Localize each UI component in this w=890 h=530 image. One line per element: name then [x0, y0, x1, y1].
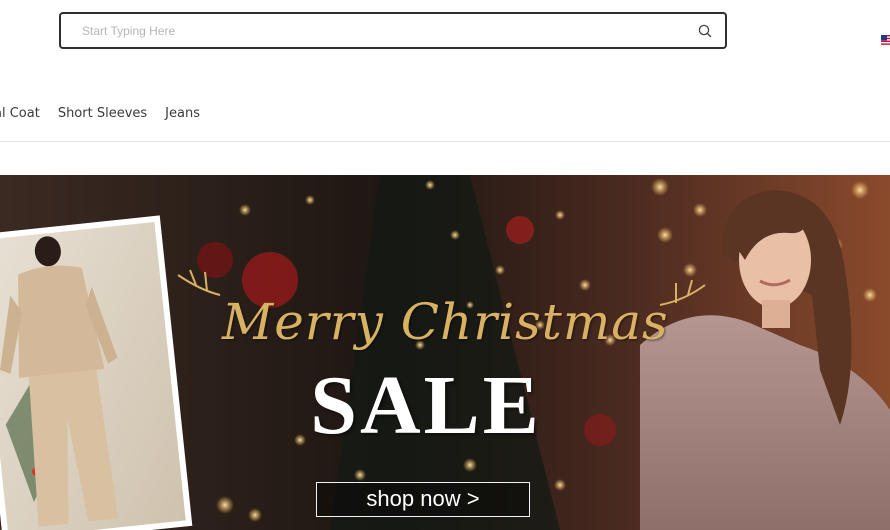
banner-headline-sale: SALE	[310, 359, 542, 452]
page: al Coat Short Sleeves Jeans	[0, 0, 890, 530]
nav-item-short-sleeves[interactable]: Short Sleeves	[58, 106, 147, 128]
banner-headline-script: Merry Christmas	[222, 293, 669, 351]
category-nav: al Coat Short Sleeves Jeans	[0, 106, 200, 128]
shop-now-button[interactable]: shop now >	[316, 482, 530, 517]
search-input[interactable]	[80, 20, 680, 42]
header-divider	[0, 141, 890, 142]
search-icon[interactable]	[697, 23, 713, 39]
promo-banner[interactable]: Merry Christmas SALE shop now >	[0, 175, 890, 530]
us-flag-icon[interactable]	[881, 35, 890, 45]
nav-item-coat[interactable]: al Coat	[0, 106, 40, 128]
banner-background-image	[0, 175, 890, 530]
search-bar[interactable]	[59, 12, 727, 49]
nav-item-jeans[interactable]: Jeans	[165, 106, 200, 128]
